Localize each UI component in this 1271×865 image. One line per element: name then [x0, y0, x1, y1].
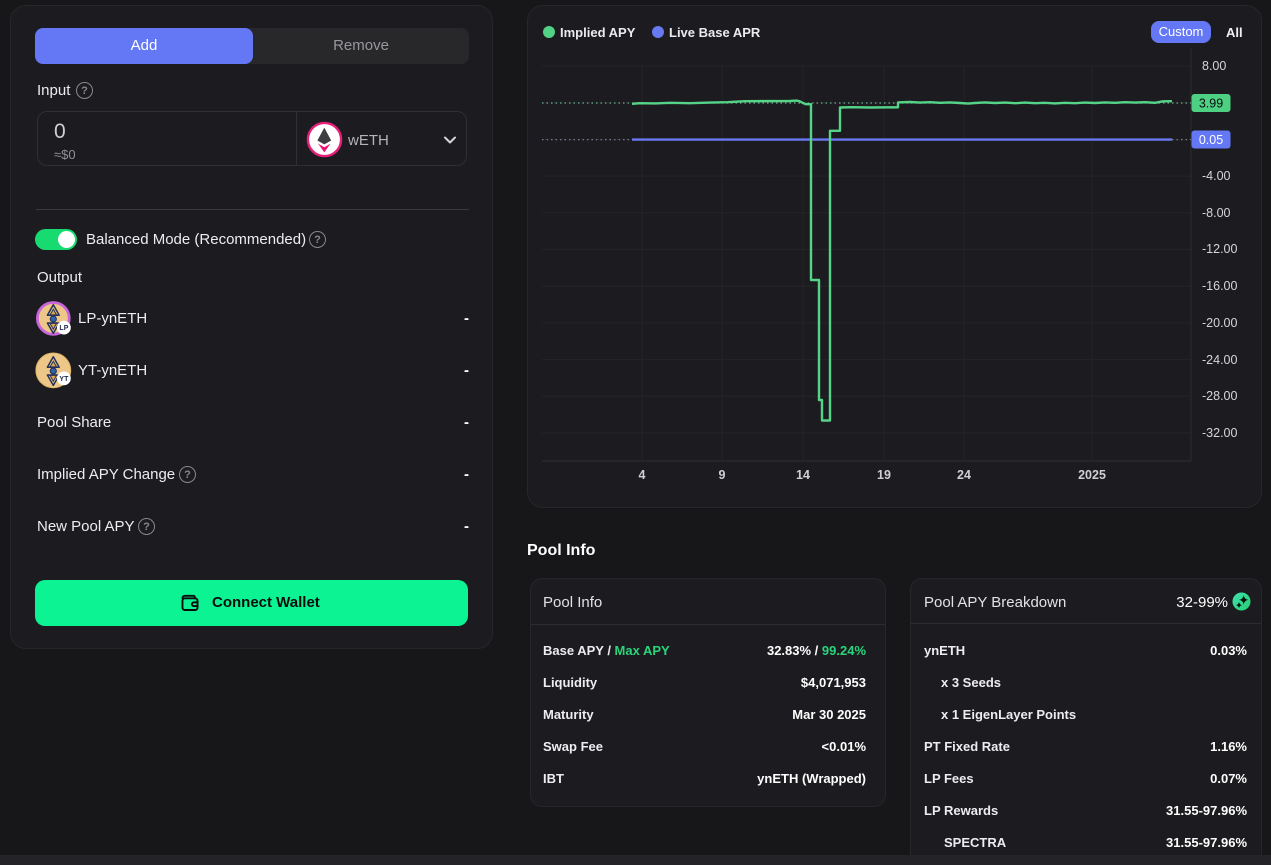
svg-text:3.99: 3.99: [1199, 97, 1223, 111]
svg-text:0.05: 0.05: [1199, 133, 1223, 147]
